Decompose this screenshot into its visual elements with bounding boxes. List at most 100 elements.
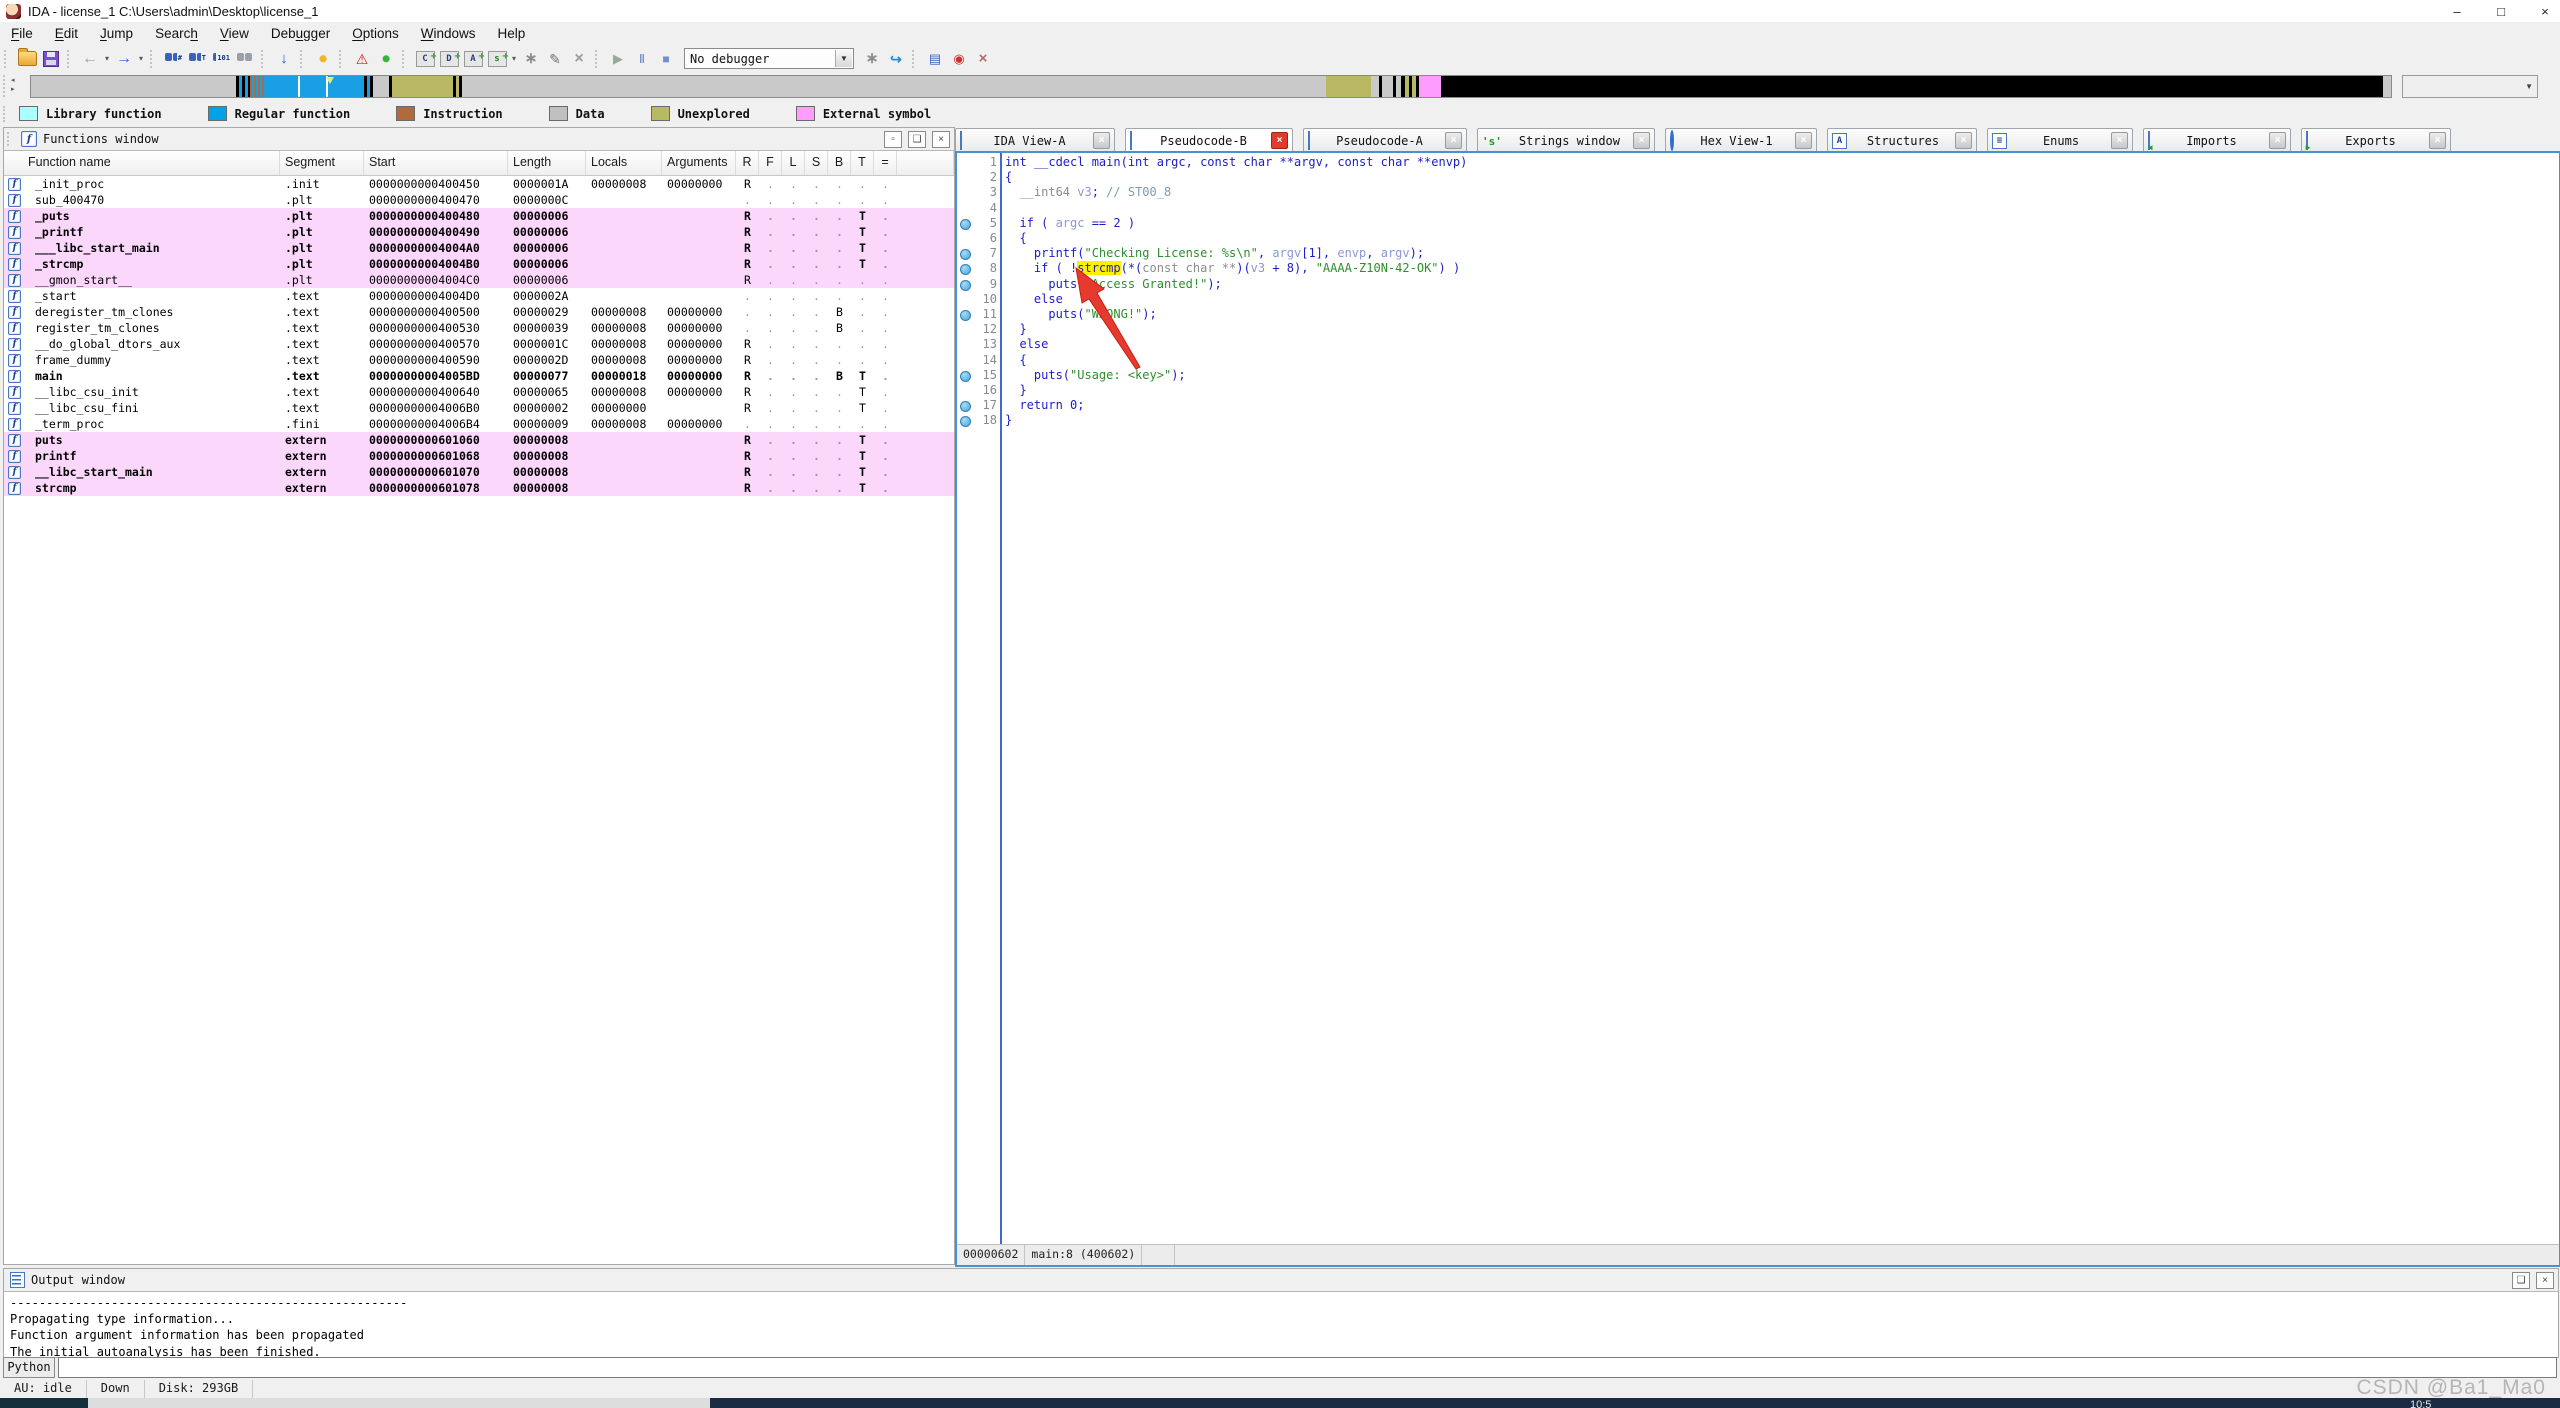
tab-structures[interactable]: AStructures×	[1827, 128, 1977, 152]
continue-process-icon[interactable]: ↪	[886, 49, 906, 69]
search-next-icon[interactable]	[235, 49, 255, 69]
code-line[interactable]: 5 if ( argc == 2 )	[957, 216, 2559, 232]
code-line[interactable]: 18}	[957, 413, 2559, 429]
search-address-icon[interactable]: #	[163, 49, 183, 69]
breakpoint-icon[interactable]	[960, 401, 971, 412]
navband-zoom-combo[interactable]: ▼	[2402, 75, 2538, 98]
code-line[interactable]: 8 if ( !strcmp(*(const char **)(v3 + 8),…	[957, 261, 2559, 277]
menu-options[interactable]: Options	[341, 22, 410, 45]
column-header-b[interactable]: B	[828, 151, 851, 175]
pause-process-icon[interactable]: ‖	[632, 49, 652, 69]
tab-close-icon[interactable]: ×	[1271, 132, 1288, 149]
debugger-windows-icon[interactable]: ▤	[925, 49, 945, 69]
code-line[interactable]: 12 }	[957, 322, 2559, 338]
breakpoint-icon[interactable]	[960, 371, 971, 382]
start-process-icon[interactable]: ▶	[608, 49, 628, 69]
function-row[interactable]: fputsextern000000000060106000000008R....…	[4, 432, 954, 448]
column-header-=[interactable]: =	[874, 151, 897, 175]
tab-close-icon[interactable]: ×	[1955, 132, 1972, 149]
colors-icon[interactable]: ●	[313, 49, 333, 69]
column-header-f[interactable]: F	[759, 151, 782, 175]
pseudocode-view[interactable]: 1int __cdecl main(int argc, const char *…	[957, 153, 2559, 1245]
function-row[interactable]: f__gmon_start__.plt00000000004004C000000…	[4, 272, 954, 288]
function-row[interactable]: f___libc_start_main.plt00000000004004A00…	[4, 240, 954, 256]
menu-jump[interactable]: Jump	[89, 22, 144, 45]
function-row[interactable]: fregister_tm_clones.text0000000000400530…	[4, 320, 954, 336]
search-value-icon[interactable]: 101	[211, 49, 231, 69]
column-header-function-name[interactable]: Function name	[4, 151, 280, 175]
menu-help[interactable]: Help	[487, 22, 537, 45]
column-header-locals[interactable]: Locals	[586, 151, 662, 175]
column-header-length[interactable]: Length	[508, 151, 586, 175]
menu-search[interactable]: Search	[144, 22, 209, 45]
breakpoint-icon[interactable]	[960, 310, 971, 321]
function-row[interactable]: f_start.text00000000004004D00000002A....…	[4, 288, 954, 304]
menu-edit[interactable]: Edit	[44, 22, 89, 45]
code-line[interactable]: 3 __int64 v3; // ST00_8	[957, 185, 2559, 201]
tab-close-icon[interactable]: ×	[1445, 132, 1462, 149]
code-line[interactable]: 4	[957, 201, 2559, 217]
python-interpreter-button[interactable]: Python	[3, 1357, 55, 1378]
function-row[interactable]: fmain.text00000000004005BD00000077000000…	[4, 368, 954, 384]
function-row[interactable]: fprintfextern000000000060106800000008R..…	[4, 448, 954, 464]
float-icon[interactable]: ❏	[2512, 1272, 2530, 1289]
tab-imports[interactable]: ◄Imports×	[2143, 128, 2291, 152]
function-row[interactable]: fstrcmpextern000000000060107800000008R..…	[4, 480, 954, 496]
undefine-icon[interactable]: ×	[569, 49, 589, 69]
problems-icon[interactable]: ⚠	[352, 49, 372, 69]
rename-icon[interactable]: ✎	[545, 49, 565, 69]
code-line[interactable]: 13 else	[957, 337, 2559, 353]
maximize-button[interactable]: □	[2492, 4, 2510, 19]
tab-close-icon[interactable]: ×	[2429, 132, 2446, 149]
menu-debugger[interactable]: Debugger	[260, 22, 341, 45]
tab-ida-view-a[interactable]: IDA View-A×	[955, 128, 1115, 152]
code-line[interactable]: 9 puts("Access Granted!");	[957, 277, 2559, 293]
function-row[interactable]: f_init_proc.init00000000004004500000001A…	[4, 176, 954, 192]
close-icon[interactable]: ×	[932, 131, 950, 148]
function-row[interactable]: f__libc_start_mainextern0000000000601070…	[4, 464, 954, 480]
drag-handle[interactable]	[3, 75, 9, 97]
code-line[interactable]: 2{	[957, 170, 2559, 186]
code-line[interactable]: 15 puts("Usage: <key>");	[957, 368, 2559, 384]
menu-file[interactable]: File	[0, 22, 44, 45]
menu-windows[interactable]: Windows	[410, 22, 487, 45]
function-row[interactable]: f_term_proc.fini00000000004006B400000009…	[4, 416, 954, 432]
make-string-icon[interactable]: s+	[487, 49, 507, 69]
column-header-l[interactable]: L	[782, 151, 805, 175]
function-row[interactable]: f__libc_csu_init.text0000000000400640000…	[4, 384, 954, 400]
back-history-dropdown[interactable]: ▾	[102, 54, 112, 63]
function-row[interactable]: f_puts.plt000000000040048000000006R....T…	[4, 208, 954, 224]
minimize-button[interactable]: –	[2448, 4, 2466, 19]
code-line[interactable]: 16 }	[957, 383, 2559, 399]
column-header-segment[interactable]: Segment	[280, 151, 364, 175]
close-icon[interactable]: ×	[2536, 1272, 2554, 1289]
remove-breakpoint-icon[interactable]: ×	[973, 49, 993, 69]
make-ascii-string-icon[interactable]: A+	[463, 49, 483, 69]
column-header-r[interactable]: R	[736, 151, 759, 175]
function-row[interactable]: f_strcmp.plt00000000004004B000000006R...…	[4, 256, 954, 272]
code-line[interactable]: 17 return 0;	[957, 398, 2559, 414]
drag-handle[interactable]	[7, 132, 13, 146]
stop-process-icon[interactable]: ■	[656, 49, 676, 69]
make-data-icon[interactable]: D+	[439, 49, 459, 69]
tab-pseudocode-a[interactable]: Pseudocode-A×	[1303, 128, 1467, 152]
breakpoint-icon[interactable]	[960, 416, 971, 427]
column-header-t[interactable]: T	[851, 151, 874, 175]
column-header-start[interactable]: Start	[364, 151, 508, 175]
breakpoint-icon[interactable]	[960, 249, 971, 260]
tab-hex-view-1[interactable]: Hex View-1×	[1665, 128, 1817, 152]
make-string-dropdown[interactable]: ▾	[509, 54, 519, 63]
function-row[interactable]: f__do_global_dtors_aux.text0000000000400…	[4, 336, 954, 352]
breakpoint-icon[interactable]	[960, 264, 971, 275]
attach-process-icon[interactable]: ∗	[862, 49, 882, 69]
code-line[interactable]: 11 puts("WRONG!");	[957, 307, 2559, 323]
code-line[interactable]: 14 {	[957, 353, 2559, 369]
dock-icon[interactable]: ▫	[884, 131, 902, 148]
column-header-arguments[interactable]: Arguments	[662, 151, 736, 175]
back-icon[interactable]: ←	[80, 49, 100, 69]
python-command-input[interactable]	[58, 1357, 2557, 1378]
tab-enums[interactable]: ≡Enums×	[1987, 128, 2133, 152]
forward-icon[interactable]: →	[114, 49, 134, 69]
search-text-icon[interactable]: T	[187, 49, 207, 69]
make-code-icon[interactable]: C+	[415, 49, 435, 69]
